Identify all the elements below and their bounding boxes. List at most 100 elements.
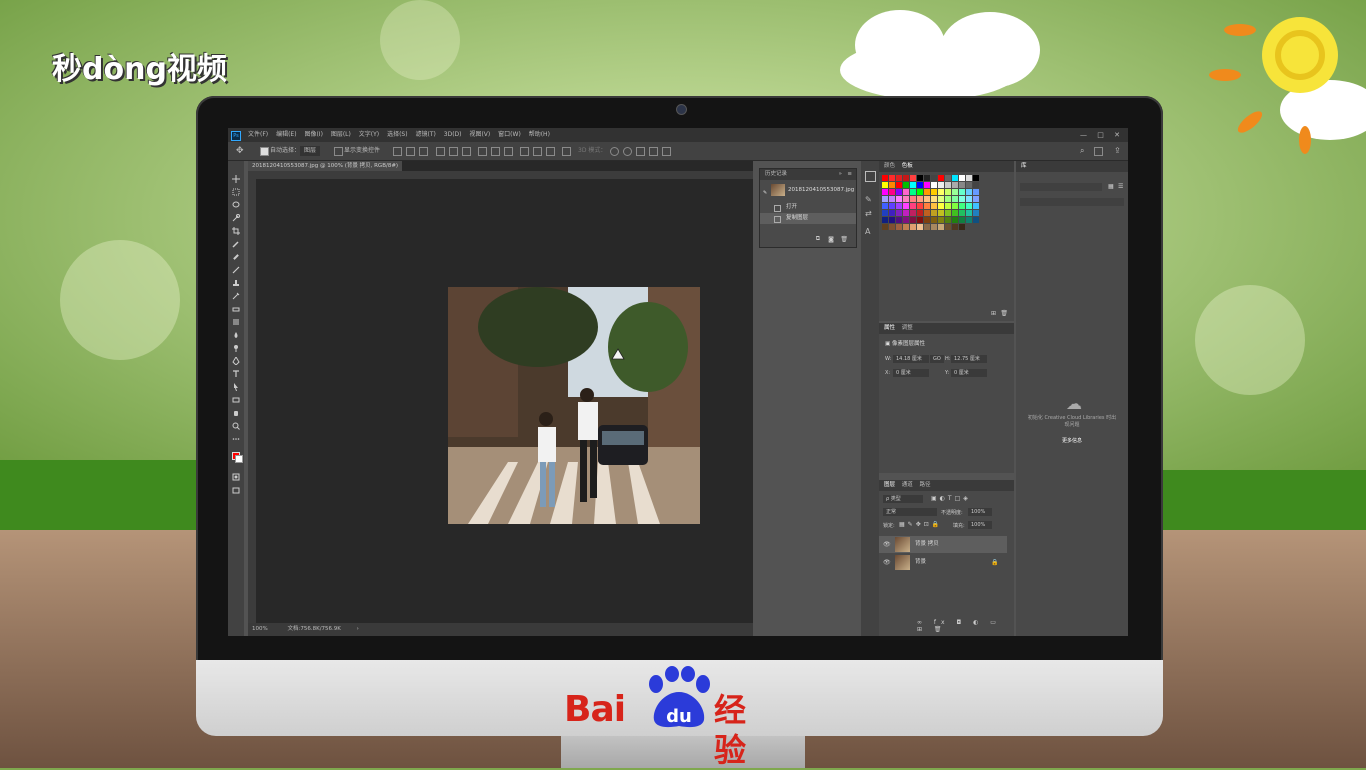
move-tool-icon[interactable]: ✥ (236, 142, 244, 160)
color-swatch[interactable] (931, 182, 937, 188)
color-swatch[interactable] (896, 175, 902, 181)
color-swatch[interactable] (931, 210, 937, 216)
brush-settings-icon[interactable]: ✎ (865, 195, 874, 204)
menu-edit[interactable]: 编辑(E) (276, 128, 296, 142)
color-swatch[interactable] (917, 182, 923, 188)
color-swatch[interactable] (882, 182, 888, 188)
color-swatch[interactable] (903, 175, 909, 181)
color-swatch[interactable] (917, 224, 923, 230)
tab-libraries[interactable]: 库 (1021, 163, 1027, 169)
color-swatch[interactable] (973, 175, 979, 181)
color-swatch[interactable] (917, 196, 923, 202)
color-swatch[interactable] (952, 175, 958, 181)
panel-menu-icon[interactable]: ≡ (847, 169, 852, 180)
color-swatch[interactable] (945, 196, 951, 202)
brush-tool-icon[interactable] (232, 266, 240, 274)
menu-help[interactable]: 帮助(H) (529, 128, 550, 142)
menu-filter[interactable]: 滤镜(T) (416, 128, 436, 142)
color-swatch[interactable] (938, 224, 944, 230)
color-swatch[interactable] (903, 210, 909, 216)
color-swatches-icon[interactable] (232, 452, 243, 463)
tab-adjustments[interactable]: 调整 (902, 325, 913, 331)
show-transform-checkbox[interactable] (334, 147, 343, 156)
y-field[interactable]: 0 厘米 (951, 369, 987, 377)
color-swatch[interactable] (973, 203, 979, 209)
clone-stamp-tool-icon[interactable] (232, 279, 240, 287)
align-top-icon[interactable] (436, 147, 445, 156)
distribute-left-icon[interactable] (520, 147, 529, 156)
layer-filter-icons[interactable]: ▣◐T□◈ (931, 495, 971, 502)
color-swatch[interactable] (917, 203, 923, 209)
maximize-button[interactable]: □ (1097, 131, 1104, 139)
gradient-tool-icon[interactable] (232, 318, 240, 326)
tab-paths[interactable]: 路径 (920, 482, 931, 488)
color-swatch[interactable] (945, 189, 951, 195)
link-dimensions-button[interactable]: GO (930, 355, 944, 363)
color-swatch[interactable] (910, 217, 916, 223)
zoom-tool-icon[interactable] (232, 422, 240, 430)
height-field[interactable]: 12.75 厘米 (951, 355, 987, 363)
3d-pan-icon[interactable] (636, 147, 645, 156)
color-swatch[interactable] (903, 196, 909, 202)
screen-mode-icon[interactable] (232, 486, 240, 494)
crop-tool-icon[interactable] (232, 227, 240, 235)
color-swatch[interactable] (959, 203, 965, 209)
color-swatch[interactable] (903, 182, 909, 188)
grid-view-icon[interactable]: ▦ (1108, 183, 1114, 190)
color-swatch[interactable] (910, 196, 916, 202)
vertical-ruler[interactable] (248, 179, 256, 623)
fill-field[interactable]: 100% (968, 521, 992, 529)
menu-3d[interactable]: 3D(D) (444, 128, 462, 142)
color-swatch[interactable] (910, 182, 916, 188)
type-tool-icon[interactable] (232, 370, 240, 378)
layer-footer-icons[interactable]: ∞ fx ◘ ◐ ▭ ⊞ 🗑 (917, 619, 1014, 633)
color-swatch[interactable] (896, 203, 902, 209)
color-swatch[interactable] (882, 203, 888, 209)
color-swatch[interactable] (952, 224, 958, 230)
color-swatch[interactable] (966, 182, 972, 188)
3d-scale-icon[interactable] (662, 147, 671, 156)
canvas-photo[interactable] (448, 287, 700, 524)
color-swatch[interactable] (924, 189, 930, 195)
zoom-level[interactable]: 100% (252, 626, 268, 632)
path-selection-tool-icon[interactable] (232, 383, 240, 391)
color-swatch[interactable] (945, 210, 951, 216)
color-swatch[interactable] (924, 217, 930, 223)
color-swatch[interactable] (882, 217, 888, 223)
distribute-right-icon[interactable] (546, 147, 555, 156)
share-icon[interactable]: ⇪ (1114, 142, 1121, 160)
color-swatch[interactable] (938, 210, 944, 216)
3d-roll-icon[interactable] (623, 147, 632, 156)
color-swatch[interactable] (931, 203, 937, 209)
camera-icon[interactable]: ◙ (828, 236, 834, 243)
color-swatch[interactable] (889, 182, 895, 188)
delete-swatch-icon[interactable]: 🗑 (1000, 310, 1008, 317)
color-swatch[interactable] (889, 196, 895, 202)
color-swatch[interactable] (945, 175, 951, 181)
move-tool-icon[interactable] (232, 175, 240, 183)
distribute-top-icon[interactable] (478, 147, 487, 156)
color-swatch[interactable] (924, 182, 930, 188)
eyedropper-tool-icon[interactable] (232, 240, 240, 248)
marquee-tool-icon[interactable] (232, 188, 240, 196)
minimize-button[interactable]: — (1080, 131, 1087, 139)
color-swatch[interactable] (938, 217, 944, 223)
pen-tool-icon[interactable] (232, 356, 240, 366)
color-swatch[interactable] (931, 189, 937, 195)
list-view-icon[interactable]: ☰ (1118, 183, 1123, 190)
color-swatch[interactable] (959, 224, 965, 230)
color-swatch[interactable] (889, 210, 895, 216)
visibility-eye-icon[interactable]: 👁 (883, 554, 891, 571)
layer-filter-dropdown[interactable]: ρ 类型 (883, 495, 923, 503)
color-swatch[interactable] (945, 217, 951, 223)
color-swatch[interactable] (959, 182, 965, 188)
library-dropdown[interactable] (1020, 183, 1102, 191)
color-swatch[interactable] (966, 217, 972, 223)
color-swatch[interactable] (973, 196, 979, 202)
collapse-icon[interactable]: » (839, 169, 842, 180)
color-swatch[interactable] (896, 210, 902, 216)
layer-row[interactable]: 👁 背景 🔒 (879, 554, 1007, 571)
color-swatch[interactable] (910, 175, 916, 181)
color-swatch[interactable] (931, 196, 937, 202)
color-swatch[interactable] (896, 189, 902, 195)
